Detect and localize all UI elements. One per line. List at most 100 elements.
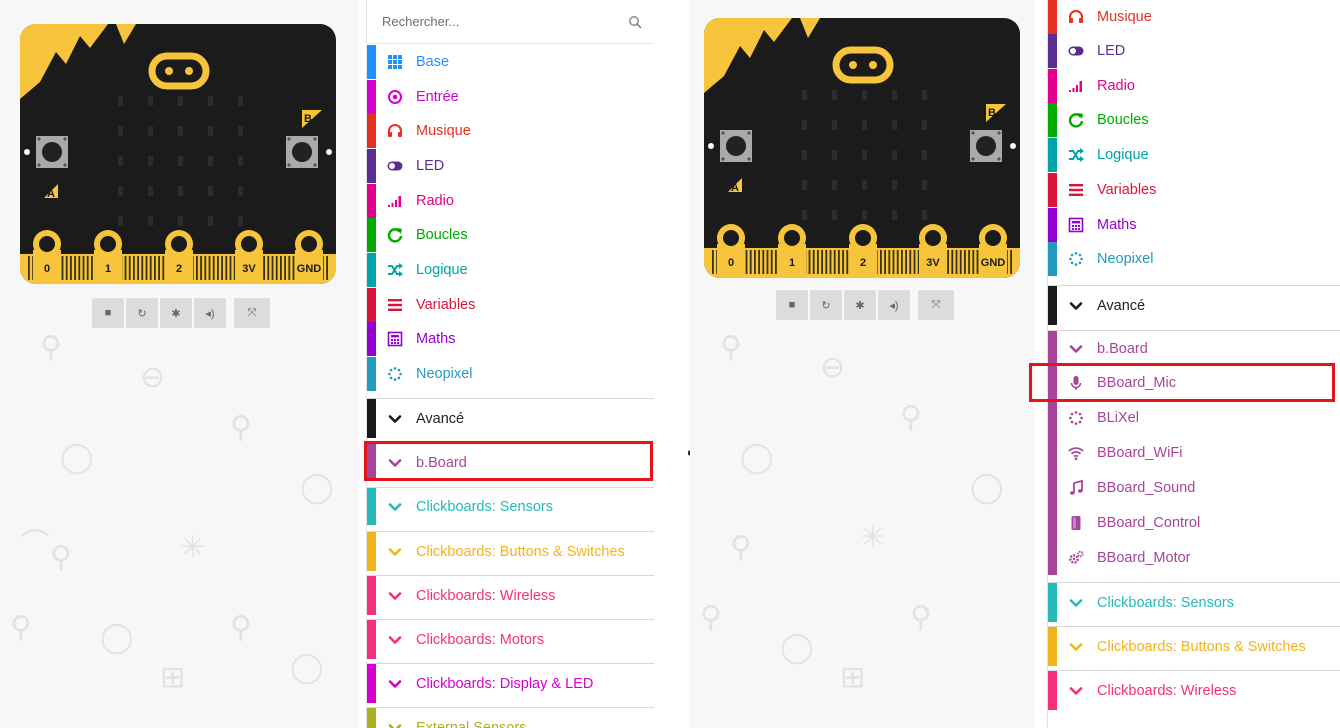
- category-bboard-mic[interactable]: BBoard_Mic: [1048, 365, 1340, 400]
- category-maths[interactable]: Maths: [367, 322, 654, 356]
- category-logique[interactable]: Logique: [367, 253, 654, 287]
- category-radio[interactable]: Radio: [1048, 69, 1340, 103]
- search-box[interactable]: Rechercher...: [367, 0, 654, 44]
- category-label: Logique: [1097, 147, 1149, 163]
- category-clickboards-buttons-switches[interactable]: Clickboards: Buttons & Switches: [367, 531, 654, 571]
- category-bboard-wifi[interactable]: BBoard_WiFi: [1048, 435, 1340, 470]
- pin-label: 3V: [926, 257, 940, 269]
- led-pixel: [238, 126, 243, 136]
- category-b-board[interactable]: b.Board: [1048, 330, 1340, 366]
- category-base[interactable]: Base: [367, 45, 654, 79]
- led-pixel: [118, 216, 123, 226]
- category-variables[interactable]: Variables: [1048, 173, 1340, 207]
- category-clickboards-wireless[interactable]: Clickboards: Wireless: [1048, 670, 1340, 710]
- pin-1[interactable]: 1: [94, 230, 122, 280]
- debug-button[interactable]: ✱: [160, 298, 192, 328]
- category-color-bar: [1048, 331, 1057, 366]
- fullscreen-button[interactable]: ⤧: [234, 298, 270, 328]
- category-variables[interactable]: Variables: [367, 288, 654, 322]
- doodle-icon: ⚲: [10, 610, 32, 645]
- category-blixel[interactable]: BLiXel: [1048, 400, 1340, 435]
- chevron-down-icon: [387, 544, 403, 560]
- microbit-board[interactable]: A B 0 1 2 3V GND: [20, 24, 336, 284]
- button-b[interactable]: [286, 136, 318, 168]
- category-clickboards-display-led[interactable]: Clickboards: Display & LED: [367, 663, 654, 703]
- category-neopixel[interactable]: Neopixel: [367, 357, 654, 391]
- pin-3v[interactable]: 3V: [919, 224, 947, 274]
- button-a[interactable]: [720, 130, 752, 162]
- toolbox: Musique LED Radio Boucles Logique Variables Ma…: [1047, 0, 1340, 728]
- category-avanc[interactable]: Avancé: [1048, 285, 1340, 325]
- connector-tooth: [271, 256, 274, 280]
- led-pixel: [862, 120, 867, 130]
- category-led[interactable]: LED: [1048, 34, 1340, 68]
- stop-button[interactable]: ■: [92, 298, 124, 328]
- category-maths[interactable]: Maths: [1048, 208, 1340, 242]
- right-screenshot: ⚲ ⚲ ◯ ⊖ ◯ ⚲ ✳ ◯ ⚲ ⚲ ⊞ A B 0 1 2 3V GND ■ ↻ ✱ ◂) ⤧ …: [690, 0, 1340, 728]
- stop-icon: ■: [104, 307, 112, 319]
- category-boucles[interactable]: Boucles: [1048, 103, 1340, 137]
- pin-label: 3V: [242, 263, 256, 275]
- stop-button[interactable]: ■: [776, 290, 808, 320]
- pin-0[interactable]: 0: [33, 230, 61, 280]
- category-boucles[interactable]: Boucles: [367, 218, 654, 252]
- connector-tooth: [204, 256, 207, 280]
- category-label: Clickboards: Wireless: [416, 587, 556, 604]
- audio-icon: ◂): [889, 299, 899, 312]
- category-label: Clickboards: Motors: [416, 631, 545, 648]
- pin-gnd[interactable]: GND: [295, 230, 323, 280]
- category-label: Neopixel: [416, 366, 473, 382]
- category-clickboards-sensors[interactable]: Clickboards: Sensors: [367, 487, 654, 525]
- pin-2[interactable]: 2: [165, 230, 193, 280]
- pin-0[interactable]: 0: [717, 224, 745, 274]
- signal-icon: [387, 193, 403, 209]
- category-led[interactable]: LED: [367, 149, 654, 183]
- category-label: Radio: [416, 193, 454, 209]
- category-color-bar: [1048, 69, 1057, 103]
- category-label: Musique: [1097, 9, 1152, 25]
- pin-3v[interactable]: 3V: [235, 230, 263, 280]
- category-avanc[interactable]: Avancé: [367, 398, 654, 438]
- category-neopixel[interactable]: Neopixel: [1048, 242, 1340, 276]
- connector-tooth: [212, 256, 215, 280]
- edge-dot: [708, 143, 714, 149]
- audio-button[interactable]: ◂): [194, 298, 226, 328]
- connector-tooth: [842, 250, 844, 274]
- category-label: Boucles: [416, 227, 468, 243]
- restart-button[interactable]: ↻: [126, 298, 158, 328]
- category-logique[interactable]: Logique: [1048, 138, 1340, 172]
- simulator-controls: ■ ↻ ✱ ◂) ⤧: [92, 298, 270, 328]
- audio-button[interactable]: ◂): [878, 290, 910, 320]
- edge-dot: [24, 149, 30, 155]
- category-bboard-control[interactable]: BBoard_Control: [1048, 505, 1340, 540]
- search-input[interactable]: Rechercher...: [382, 14, 628, 29]
- category-musique[interactable]: Musique: [1048, 0, 1340, 34]
- connector-tooth: [1010, 250, 1012, 274]
- category-clickboards-wireless[interactable]: Clickboards: Wireless: [367, 575, 654, 615]
- category-clickboards-sensors[interactable]: Clickboards: Sensors: [1048, 582, 1340, 622]
- grid-icon: [387, 54, 403, 70]
- microbit-board[interactable]: A B 0 1 2 3V GND: [704, 18, 1020, 278]
- pin-1[interactable]: 1: [778, 224, 806, 274]
- search-icon[interactable]: [628, 15, 642, 29]
- button-b[interactable]: [970, 130, 1002, 162]
- category-color-bar: [1048, 505, 1057, 540]
- category-external-sensors[interactable]: External Sensors: [367, 707, 654, 728]
- led-pixel: [118, 156, 123, 166]
- category-musique[interactable]: Musique: [367, 114, 654, 148]
- category-clickboards-motors[interactable]: Clickboards: Motors: [367, 619, 654, 659]
- debug-button[interactable]: ✱: [844, 290, 876, 320]
- fullscreen-button[interactable]: ⤧: [918, 290, 954, 320]
- connector-tooth: [909, 250, 912, 274]
- category-b-board[interactable]: b.Board: [367, 443, 654, 481]
- category-bboard-motor[interactable]: BBoard_Motor: [1048, 540, 1340, 575]
- pin-2[interactable]: 2: [849, 224, 877, 274]
- category-radio[interactable]: Radio: [367, 184, 654, 218]
- led-pixel: [208, 126, 213, 136]
- category-entr-e[interactable]: Entrée: [367, 80, 654, 114]
- pin-gnd[interactable]: GND: [979, 224, 1007, 274]
- category-clickboards-buttons-switches[interactable]: Clickboards: Buttons & Switches: [1048, 626, 1340, 666]
- button-a[interactable]: [36, 136, 68, 168]
- category-bboard-sound[interactable]: BBoard_Sound: [1048, 470, 1340, 505]
- restart-button[interactable]: ↻: [810, 290, 842, 320]
